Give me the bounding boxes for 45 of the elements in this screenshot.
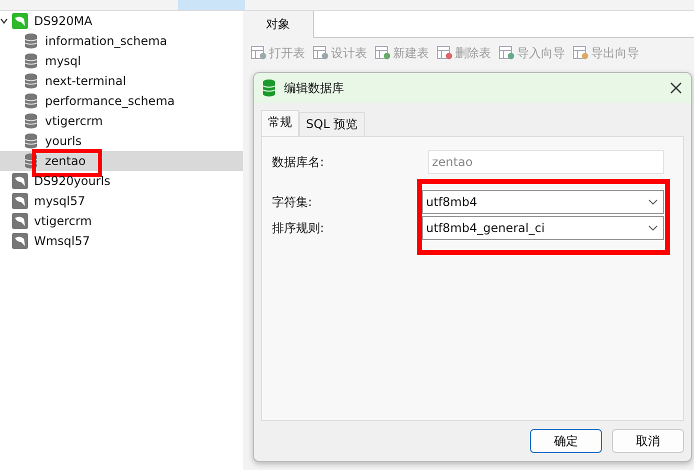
caret-icon xyxy=(648,225,658,231)
database-item[interactable]: next-terminal xyxy=(0,71,243,91)
database-icon xyxy=(24,93,38,109)
table-icon xyxy=(499,46,515,60)
caret-icon xyxy=(648,199,658,205)
database-item[interactable]: mysql xyxy=(0,51,243,71)
connection-label[interactable]: vtigercrm xyxy=(34,214,92,228)
connection-icon xyxy=(12,173,28,189)
connection-label[interactable]: Wmsql57 xyxy=(34,234,90,248)
database-icon xyxy=(24,33,38,49)
connection-label[interactable]: DS920MA xyxy=(34,14,92,28)
database-icon xyxy=(24,73,38,89)
dialog-button[interactable]: 取消 xyxy=(612,429,684,453)
database-item[interactable]: zentao xyxy=(0,151,243,171)
table-icon xyxy=(437,46,453,60)
dialog-title: 编辑数据库 xyxy=(284,80,345,96)
database-item[interactable]: performance_schema xyxy=(0,91,243,111)
connection-icon xyxy=(12,213,28,229)
database-icon xyxy=(24,113,38,129)
database-item[interactable]: information_schema xyxy=(0,31,243,51)
database-item[interactable]: yourls xyxy=(0,131,243,151)
database-icon xyxy=(24,53,38,69)
database-icon xyxy=(262,79,276,97)
highlight-frame xyxy=(32,149,102,177)
table-icon xyxy=(313,46,329,60)
table-icon xyxy=(251,46,267,60)
dialog-button[interactable]: 确定 xyxy=(530,429,602,453)
dropdown-field[interactable]: utf8mb4 xyxy=(422,190,664,214)
field-label: 字符集: xyxy=(272,194,314,210)
dialog-tab[interactable]: SQL 预览 xyxy=(299,112,365,136)
close-icon[interactable] xyxy=(669,81,683,95)
connection-icon xyxy=(12,193,28,209)
table-icon xyxy=(375,46,391,60)
table-icon xyxy=(573,46,589,60)
database-icon xyxy=(24,133,38,149)
connection-icon xyxy=(12,233,28,249)
dialog-tab[interactable]: 常规 xyxy=(261,110,299,136)
dropdown-field[interactable]: utf8mb4_general_ci xyxy=(422,216,664,240)
database-item[interactable]: vtigercrm xyxy=(0,111,243,131)
connection-label[interactable]: DS920yourls xyxy=(34,174,110,188)
field-label: 排序规则: xyxy=(272,220,326,236)
connection-label[interactable]: mysql57 xyxy=(34,194,86,208)
expand-caret-icon[interactable] xyxy=(0,17,8,25)
field-label: 数据库名: xyxy=(272,154,326,170)
database-icon xyxy=(24,153,38,169)
